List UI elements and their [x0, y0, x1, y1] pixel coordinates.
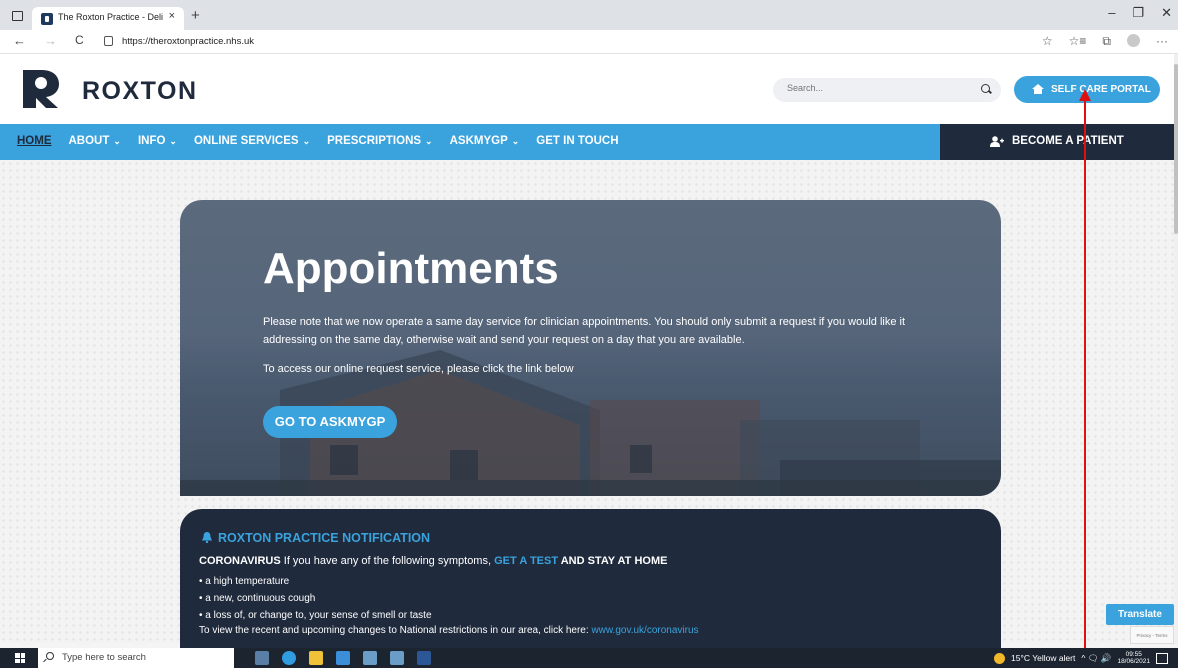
- browser-tab-bar: The Roxton Practice - Delivering × + – ❐…: [0, 0, 1178, 30]
- search-icon[interactable]: [981, 84, 990, 93]
- scrollbar-thumb[interactable]: [1174, 64, 1178, 234]
- back-button[interactable]: ←: [13, 33, 26, 48]
- file-explorer-icon[interactable]: [309, 651, 323, 665]
- search-icon: [46, 652, 54, 660]
- chevron-down-icon: ⌄: [425, 136, 433, 146]
- add-favorite-icon[interactable]: ☆: [1042, 34, 1053, 49]
- chevron-down-icon: ⌄: [169, 136, 177, 146]
- nav-item-online-services[interactable]: ONLINE SERVICES ⌄: [194, 135, 310, 147]
- window-controls: – ❐ ✕: [1108, 5, 1172, 21]
- annotation-arrow-head: [1079, 89, 1091, 101]
- coronavirus-notice: CORONAVIRUS If you have any of the follo…: [199, 555, 667, 567]
- appointments-hero: Appointments Please note that we now ope…: [180, 200, 1001, 496]
- page-scrollbar[interactable]: [1174, 54, 1178, 644]
- translate-button[interactable]: Translate: [1106, 604, 1174, 625]
- url-field[interactable]: https://theroxtonpractice.nhs.uk: [122, 36, 254, 47]
- symptoms-list: • a high temperature • a new, continuous…: [199, 573, 432, 624]
- profile-avatar[interactable]: [1127, 34, 1140, 47]
- lock-icon[interactable]: [104, 36, 113, 46]
- word-icon[interactable]: [417, 651, 431, 665]
- hero-title: Appointments: [263, 244, 559, 293]
- coronavirus-label: CORONAVIRUS: [199, 555, 281, 567]
- site-header: ROXTON SELF CARE PORTAL: [0, 54, 1174, 124]
- hero-instruction: To access our online request service, pl…: [263, 363, 574, 375]
- address-bar-icons: ☆ ☆≡ ⧉ ···: [1042, 34, 1168, 49]
- list-item: • a high temperature: [199, 576, 290, 587]
- minimize-button[interactable]: –: [1108, 5, 1115, 21]
- app-icon[interactable]: [363, 651, 377, 665]
- restrictions-text: To view the recent and upcoming changes …: [199, 625, 592, 636]
- home-icon: [1032, 84, 1044, 94]
- get-a-test-link[interactable]: GET A TEST: [494, 555, 558, 567]
- new-tab-button[interactable]: +: [191, 7, 200, 24]
- tab-title: The Roxton Practice - Delivering: [58, 12, 163, 22]
- mail-icon[interactable]: [336, 651, 350, 665]
- windows-taskbar: Type here to search 15°C Yellow alert ^ …: [0, 648, 1178, 668]
- logo-text[interactable]: ROXTON: [82, 77, 198, 106]
- weather-text[interactable]: 15°C Yellow alert: [1011, 653, 1075, 663]
- address-bar: ← → C https://theroxtonpractice.nhs.uk ☆…: [0, 30, 1178, 54]
- app-icon[interactable]: [390, 651, 404, 665]
- close-window-button[interactable]: ✕: [1161, 5, 1172, 21]
- tab-close-icon[interactable]: ×: [169, 10, 175, 22]
- chevron-down-icon: ⌄: [511, 136, 520, 146]
- nav-items: HOME ABOUT ⌄ INFO ⌄ ONLINE SERVICES ⌄ PRESC…: [17, 135, 636, 147]
- task-view-icon[interactable]: [255, 651, 269, 665]
- tray-icons[interactable]: ^ 🗨 🔊: [1081, 653, 1111, 664]
- forward-button[interactable]: →: [44, 33, 57, 48]
- annotation-arrow-line: [1084, 97, 1086, 668]
- nav-item-askmygp[interactable]: ASKMYGP ⌄: [450, 135, 520, 147]
- nav-item-info[interactable]: INFO ⌄: [138, 135, 177, 147]
- become-a-patient-button[interactable]: BECOME A PATIENT: [940, 124, 1174, 160]
- restrictions-notice: To view the recent and upcoming changes …: [199, 625, 699, 636]
- nav-item-about[interactable]: ABOUT ⌄: [69, 135, 121, 147]
- taskbar-clock[interactable]: 09:55 18/06/2021: [1117, 651, 1150, 665]
- user-plus-icon: [990, 136, 1004, 147]
- weather-sun-icon[interactable]: [994, 652, 1005, 664]
- taskbar-search[interactable]: Type here to search: [38, 648, 234, 668]
- notification-title: ROXTON PRACTICE NOTIFICATION: [218, 531, 431, 545]
- edge-browser-icon[interactable]: [282, 651, 296, 665]
- practice-notification: ROXTON PRACTICE NOTIFICATION CORONAVIRUS…: [180, 509, 1001, 649]
- clock-date: 18/06/2021: [1117, 658, 1150, 665]
- clock-time: 09:55: [1125, 651, 1142, 658]
- nav-item-get-in-touch[interactable]: GET IN TOUCH: [536, 135, 618, 147]
- site-favicon-icon: [41, 13, 53, 25]
- bell-icon: [202, 532, 212, 543]
- self-care-portal-label: SELF CARE PORTAL: [1051, 84, 1151, 95]
- symptoms-text: If you have any of the following symptom…: [280, 555, 495, 567]
- notification-center-icon[interactable]: [1156, 652, 1168, 664]
- favorites-icon[interactable]: ☆≡: [1069, 34, 1087, 49]
- go-to-askmygp-button[interactable]: GO TO ASKMYGP: [263, 406, 397, 438]
- hero-paragraph: Please note that we now operate a same d…: [263, 316, 906, 346]
- roxton-logo-icon[interactable]: [20, 67, 62, 111]
- become-a-patient-label: BECOME A PATIENT: [1012, 135, 1124, 147]
- windows-start-icon[interactable]: [15, 653, 25, 663]
- main-navigation: HOME ABOUT ⌄ INFO ⌄ ONLINE SERVICES ⌄ PRESC…: [0, 124, 1174, 160]
- list-item: • a loss of, or change to, your sense of…: [199, 610, 432, 621]
- system-tray: 15°C Yellow alert ^ 🗨 🔊 09:55 18/06/2021: [994, 651, 1168, 665]
- taskbar-apps: [255, 651, 431, 665]
- gov-coronavirus-link[interactable]: www.gov.uk/coronavirus: [591, 625, 698, 636]
- collections-icon[interactable]: ⧉: [1102, 34, 1111, 49]
- stay-at-home-text: AND STAY AT HOME: [558, 555, 668, 567]
- search-box: [773, 78, 1001, 102]
- refresh-button[interactable]: C: [75, 33, 84, 47]
- chevron-down-icon: ⌄: [113, 136, 121, 146]
- tab-actions-icon[interactable]: [12, 11, 23, 21]
- restore-button[interactable]: ❐: [1132, 5, 1144, 21]
- search-input[interactable]: [787, 83, 967, 93]
- more-menu-icon[interactable]: ···: [1156, 34, 1168, 49]
- nav-item-prescriptions[interactable]: PRESCRIPTIONS ⌄: [327, 135, 432, 147]
- taskbar-search-text: Type here to search: [62, 652, 146, 663]
- chevron-down-icon: ⌄: [302, 136, 311, 146]
- recaptcha-badge[interactable]: Privacy - Terms: [1130, 626, 1174, 644]
- browser-tab[interactable]: The Roxton Practice - Delivering ×: [32, 7, 184, 30]
- nav-item-home[interactable]: HOME: [17, 135, 52, 147]
- list-item: • a new, continuous cough: [199, 593, 316, 604]
